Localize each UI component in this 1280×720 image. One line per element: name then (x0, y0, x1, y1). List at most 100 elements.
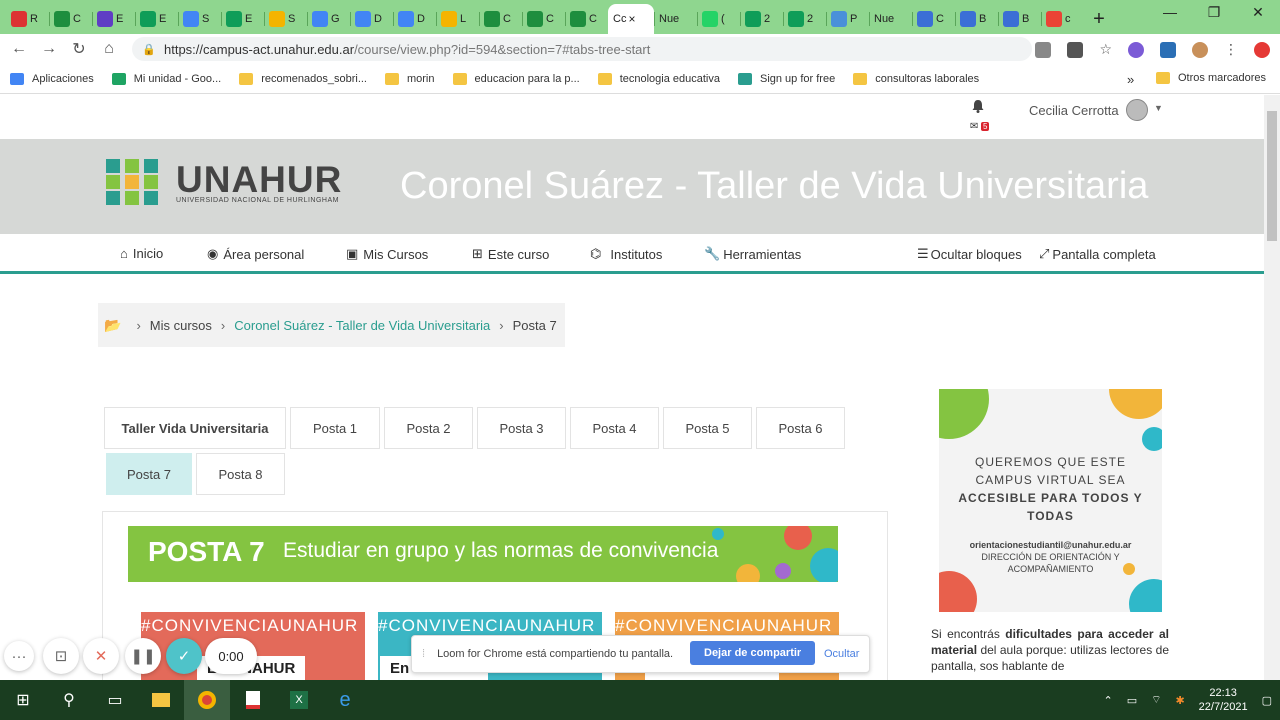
home-button-icon[interactable]: ⌂ (94, 34, 124, 64)
browser-tab[interactable]: C (565, 4, 608, 34)
camera-icon[interactable] (1067, 41, 1084, 58)
forward-icon[interactable]: → (34, 34, 64, 64)
bookmark-item[interactable]: Aplicaciones (10, 72, 94, 85)
bookmark-item[interactable]: Mi unidad - Goo... (111, 72, 221, 85)
site-settings-icon[interactable] (1035, 41, 1052, 58)
chevron-up-icon[interactable]: ⌃ (1103, 694, 1112, 707)
browser-tab[interactable]: E (92, 4, 135, 34)
browser-tab[interactable]: E (135, 4, 178, 34)
update-icon[interactable]: ✱ (1175, 694, 1184, 707)
reload-icon[interactable]: ↻ (64, 34, 94, 64)
bookmark-item[interactable]: recomenados_sobri... (239, 72, 367, 85)
browser-tab[interactable]: S (264, 4, 307, 34)
browser-tab[interactable]: R (6, 4, 49, 34)
chevron-down-icon[interactable]: ▼ (1154, 103, 1163, 113)
excel-icon[interactable]: X (276, 680, 322, 720)
browser-tab[interactable]: P (826, 4, 869, 34)
menu-item-area-personal[interactable]: ◉ Área personal (207, 246, 304, 262)
edge-icon[interactable]: e (322, 680, 368, 720)
tab-taller-vida-universitaria[interactable]: Taller Vida Universitaria (104, 407, 286, 449)
page-scrollbar[interactable] (1264, 95, 1280, 680)
more-bookmarks-button[interactable]: » (1127, 72, 1134, 87)
other-bookmarks[interactable]: Otros marcadores (1156, 72, 1266, 84)
browser-tab[interactable]: G (307, 4, 350, 34)
user-name[interactable]: Cecilia Cerrotta (1029, 103, 1119, 118)
menu-item-herramientas[interactable]: 🔧 Herramientas (704, 246, 801, 262)
menu-item-institutos[interactable]: ⌬ Institutos (590, 246, 662, 262)
browser-tab[interactable]: ( (697, 4, 740, 34)
stop-sharing-button[interactable]: Dejar de compartir (690, 641, 816, 665)
breadcrumb-course[interactable]: Coronel Suárez - Taller de Vida Universi… (234, 318, 490, 333)
tab-posta-1[interactable]: Posta 1 (290, 407, 380, 449)
extension-icon[interactable] (1160, 41, 1176, 58)
extension-icon[interactable] (1128, 41, 1144, 58)
tab-posta-3[interactable]: Posta 3 (477, 407, 566, 449)
scrollbar-thumb[interactable] (1267, 111, 1277, 241)
search-icon[interactable]: ⚲ (46, 680, 92, 720)
browser-tab[interactable]: L (436, 4, 479, 34)
pause-icon[interactable]: ❚❚ (125, 638, 161, 674)
pdf-icon[interactable] (230, 680, 276, 720)
browser-tab[interactable]: D (393, 4, 436, 34)
more-options-icon[interactable]: ··· (4, 641, 34, 671)
browser-tab[interactable]: E (221, 4, 264, 34)
unahur-logo-icon[interactable] (106, 159, 158, 205)
menu-dots-icon[interactable]: ⋮ (1224, 41, 1238, 58)
browser-tab[interactable]: Nue (869, 4, 912, 34)
tab-posta-7[interactable]: Posta 7 (106, 453, 192, 495)
minimize-button[interactable]: — (1148, 4, 1192, 20)
browser-tab[interactable]: 2 (783, 4, 826, 34)
tab-posta-5[interactable]: Posta 5 (663, 407, 752, 449)
browser-tab[interactable]: B (955, 4, 998, 34)
finish-recording-icon[interactable]: ✓ (166, 638, 202, 674)
browser-tab[interactable]: Nue (654, 4, 697, 34)
bookmark-item[interactable]: Sign up for free (737, 72, 835, 85)
wifi-icon[interactable]: ⌔ (1151, 693, 1161, 707)
tab-posta-4[interactable]: Posta 4 (570, 407, 659, 449)
browser-tab[interactable]: B (998, 4, 1041, 34)
address-bar[interactable]: 🔒 https://campus-act.unahur.edu.ar/cours… (132, 37, 1032, 61)
hide-button[interactable]: Ocultar (824, 648, 859, 660)
bookmark-item[interactable]: morin (384, 72, 435, 85)
browser-tab[interactable]: C (522, 4, 565, 34)
bookmark-item[interactable]: tecnologia educativa (597, 72, 720, 85)
browser-tab[interactable]: D (350, 4, 393, 34)
keyboard-icon[interactable]: ▭ (1127, 694, 1137, 707)
hide-blocks-button[interactable]: ☰ Ocultar bloques (917, 246, 1022, 262)
chrome-icon[interactable] (184, 680, 230, 720)
file-explorer-icon[interactable] (138, 680, 184, 720)
cancel-recording-icon[interactable]: ✕ (83, 638, 119, 674)
avatar[interactable] (1126, 99, 1148, 121)
restore-button[interactable]: ❐ (1192, 4, 1236, 21)
new-tab-button[interactable]: + (1084, 4, 1114, 34)
tab-posta-6[interactable]: Posta 6 (756, 407, 845, 449)
envelope-icon[interactable]: ✉ (970, 121, 978, 132)
browser-tab[interactable]: C (912, 4, 955, 34)
clock[interactable]: 22:13 22/7/2021 (1199, 686, 1248, 714)
browser-tab[interactable]: C (479, 4, 522, 34)
bookmark-item[interactable]: educacion para la p... (452, 72, 580, 85)
fullscreen-button[interactable]: ⤢ Pantalla completa (1039, 246, 1156, 262)
task-view-icon[interactable]: ▭ (92, 680, 138, 720)
breadcrumb-current[interactable]: Posta 7 (513, 318, 557, 333)
breadcrumb-mis-cursos[interactable]: Mis cursos (150, 318, 212, 333)
menu-item-mis-cursos[interactable]: ▣ Mis Cursos (346, 246, 428, 262)
windows-start-icon[interactable]: ⊞ (0, 680, 46, 720)
bookmark-item[interactable]: consultoras laborales (853, 72, 979, 85)
close-tab-icon[interactable]: × (628, 12, 635, 26)
bell-icon[interactable] (971, 99, 985, 113)
back-icon[interactable]: ← (4, 34, 34, 64)
notifications-icon[interactable]: ▢ (1262, 694, 1272, 707)
close-window-button[interactable]: ✕ (1236, 4, 1280, 21)
browser-tab[interactable]: S (178, 4, 221, 34)
menu-item-inicio[interactable]: ⌂ Inicio (120, 246, 163, 261)
browser-tab[interactable]: C (49, 4, 92, 34)
browser-tab-active[interactable]: Cc × (608, 4, 654, 34)
drag-handle-icon[interactable]: ⁞ (422, 648, 425, 660)
record-extension-icon[interactable] (1254, 41, 1270, 58)
camera-toggle-icon[interactable]: ⊡ (43, 638, 79, 674)
menu-item-este-curso[interactable]: ⊞ Este curso (472, 246, 549, 262)
star-bookmark-icon[interactable]: ☆ (1099, 41, 1112, 58)
tab-posta-8[interactable]: Posta 8 (196, 453, 285, 495)
browser-tab[interactable]: 2 (740, 4, 783, 34)
